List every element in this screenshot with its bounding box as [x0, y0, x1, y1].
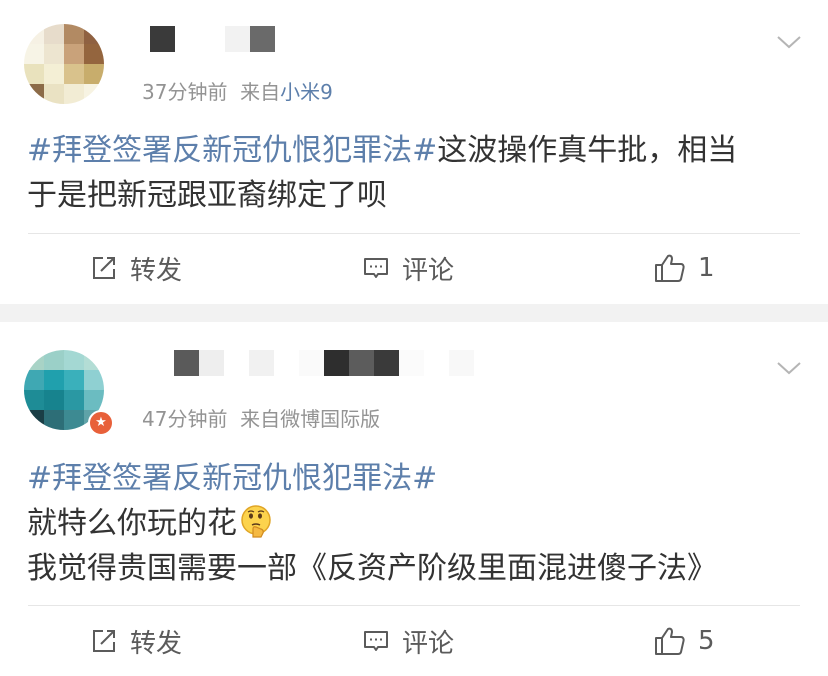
source-label: 来自 — [240, 80, 281, 104]
hashtag-link[interactable]: #拜登签署反新冠仇恨犯罪法# — [27, 133, 437, 168]
post-time: 47分钟前 — [142, 407, 228, 431]
username-obscured[interactable] — [150, 26, 275, 52]
avatar[interactable] — [24, 24, 104, 104]
post-time: 37分钟前 — [142, 80, 228, 104]
hashtag-link[interactable]: #拜登签署反新冠仇恨犯罪法# — [27, 461, 437, 496]
repost-label: 转发 — [130, 255, 183, 286]
comment-icon — [364, 258, 388, 278]
post-card[interactable]: 37分钟前 来自小米9 #拜登签署反新冠仇恨犯罪法#这波操作真牛批，相当 于是把… — [0, 0, 828, 304]
post-text: #拜登签署反新冠仇恨犯罪法#这波操作真牛批，相当 于是把新冠跟亚裔绑定了呗 — [27, 128, 804, 218]
repost-icon — [93, 257, 115, 279]
post-text: #拜登签署反新冠仇恨犯罪法# 就特么你玩的花 我觉得贵国需要一部《反资产阶级里面… — [27, 456, 804, 591]
comment-button[interactable]: 评论 — [362, 250, 454, 286]
post-text-line: 这波操作真牛批，相当 — [437, 133, 738, 168]
like-button[interactable]: 1 — [654, 250, 715, 286]
thumbs-up-icon — [655, 627, 685, 655]
source-name[interactable]: 微博国际版 — [280, 407, 380, 431]
divider — [28, 605, 800, 606]
repost-label: 转发 — [130, 628, 183, 659]
repost-button[interactable]: 转发 — [90, 623, 182, 659]
like-count: 5 — [698, 626, 715, 656]
post-text-line: 我觉得贵国需要一部《反资产阶级里面混进傻子法》 — [27, 551, 717, 586]
chevron-down-icon[interactable] — [776, 34, 802, 50]
post-meta: 47分钟前 来自微博国际版 — [142, 403, 380, 432]
repost-icon — [93, 630, 115, 652]
thinking-face-emoji — [241, 505, 271, 538]
thumbs-up-icon — [655, 254, 685, 282]
post-meta: 37分钟前 来自小米9 — [142, 76, 333, 105]
username-obscured[interactable] — [174, 350, 474, 376]
like-button[interactable]: 5 — [654, 623, 715, 659]
comment-button[interactable]: 评论 — [362, 623, 454, 659]
source-link[interactable]: 小米9 — [280, 80, 333, 104]
comment-label: 评论 — [402, 255, 455, 286]
comment-label: 评论 — [402, 628, 455, 659]
like-count: 1 — [698, 253, 715, 283]
verified-badge: ★ — [88, 410, 114, 436]
chevron-down-icon[interactable] — [776, 360, 802, 376]
post-card[interactable]: ★ 47分钟前 来自微博国际版 #拜登签署反新冠仇恨犯罪法# 就特么你玩的花 我… — [0, 322, 828, 676]
comment-icon — [364, 631, 388, 651]
source-label: 来自 — [240, 407, 281, 431]
post-separator — [0, 304, 828, 322]
post-text-line: 于是把新冠跟亚裔绑定了呗 — [27, 178, 387, 213]
repost-button[interactable]: 转发 — [90, 250, 182, 286]
post-text-line: 就特么你玩的花 — [27, 506, 237, 541]
divider — [28, 233, 800, 234]
